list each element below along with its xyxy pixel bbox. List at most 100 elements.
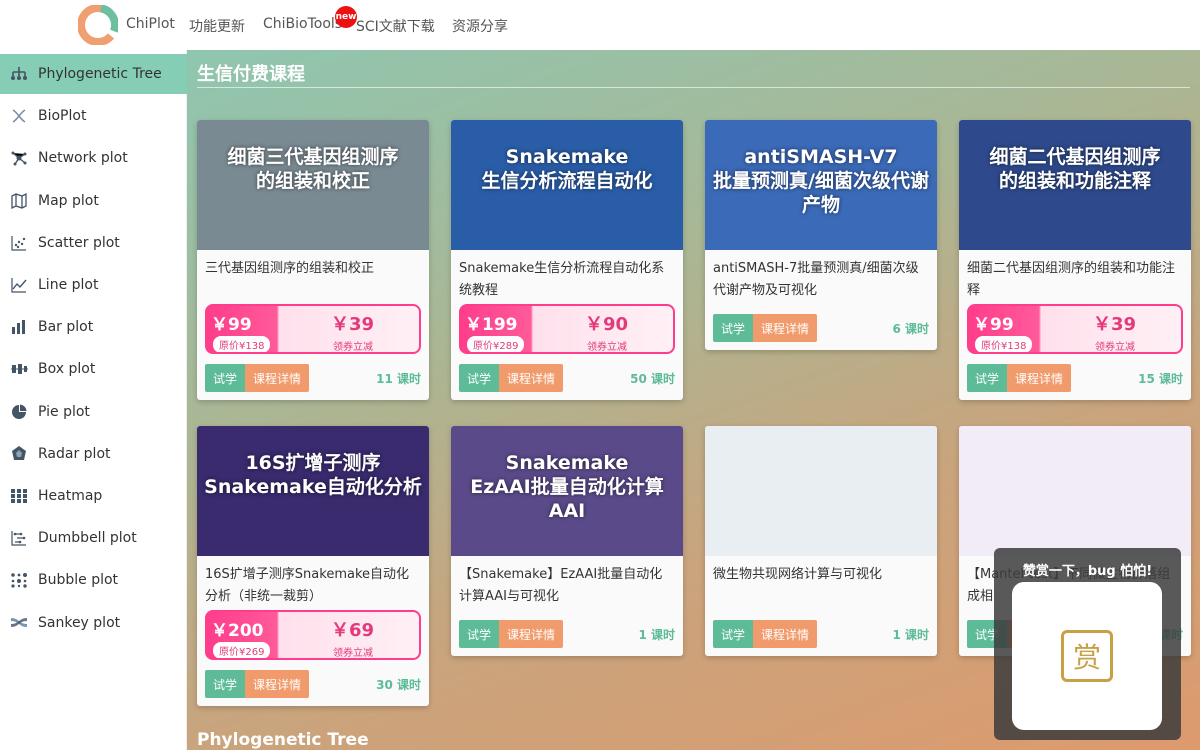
coupon-tip: 领券立减 <box>1095 342 1135 353</box>
new-badge: new <box>335 6 357 28</box>
sidebar-item-label: Bubble plot <box>38 572 119 589</box>
course-detail-button[interactable]: 课程详情 <box>499 620 563 648</box>
course-thumbnail[interactable]: Snakemake 生信分析流程自动化 <box>451 120 683 250</box>
sidebar: Phylogenetic Tree BioPlot Network plot Map … <box>0 50 187 750</box>
sidebar-item-phylogenetic-tree[interactable]: Phylogenetic Tree <box>0 54 187 94</box>
bubble-icon <box>10 571 28 589</box>
card-footer: 试学 课程详情 30 课时 <box>197 660 429 706</box>
sidebar-item-scatter-plot[interactable]: Scatter plot <box>0 223 187 263</box>
sidebar-item-sankey-plot[interactable]: Sankey plot <box>0 603 187 643</box>
card-footer: 试学课程详情 1 课时 <box>451 610 683 656</box>
course-card[interactable]: Snakemake EzAAI批量自动化计算AAI 【Snakemake】EzAA… <box>451 426 683 656</box>
course-title[interactable]: 【Snakemake】EzAAI批量自动化计算AAI与可视化 <box>451 556 683 610</box>
course-thumbnail[interactable]: 细菌二代基因组测序 的组装和功能注释 <box>959 120 1191 250</box>
current-price: ￥99 <box>211 315 252 335</box>
try-button[interactable]: 试学 <box>459 620 499 648</box>
lesson-count: 15 课时 <box>1138 372 1183 386</box>
nav-resources[interactable]: 资源分享 <box>452 16 508 36</box>
try-button[interactable]: 试学 <box>713 314 753 342</box>
top-navbar: ChiPlot 功能更新 ChiBioTools new SCI文献下载 资源分… <box>0 0 1200 50</box>
try-button[interactable]: 试学 <box>459 364 499 392</box>
reward-text: 赞赏一下，bug 怕怕! <box>1022 564 1153 579</box>
next-section-title: Phylogenetic Tree <box>197 730 369 750</box>
nav-sci-download[interactable]: SCI文献下载 <box>356 16 435 36</box>
course-title[interactable]: 细菌二代基因组测序的组装和功能注释 <box>959 250 1191 304</box>
coupon-price: ￥69 <box>331 620 375 641</box>
course-card[interactable]: Snakemake 生信分析流程自动化 Snakemake生信分析流程自动化系统教… <box>451 120 683 400</box>
nav-chibiotools[interactable]: ChiBioTools <box>263 16 342 32</box>
try-button[interactable]: 试学 <box>205 670 245 698</box>
lesson-count: 30 课时 <box>376 678 421 692</box>
course-title[interactable]: 16S扩增子测序Snakemake自动化分析（非统一裁剪） <box>197 556 429 610</box>
map-icon <box>10 192 28 210</box>
dna-icon <box>10 107 28 125</box>
try-button[interactable]: 试学 <box>205 364 245 392</box>
course-thumbnail[interactable] <box>705 426 937 556</box>
coupon-price-box[interactable]: ￥99 原价¥138 ￥39 领券立减 <box>205 304 421 354</box>
sidebar-item-label: Pie plot <box>38 403 90 420</box>
course-card[interactable]: 细菌三代基因组测序 的组装和校正 三代基因组测序的组装和校正 ￥99 原价¥138 ￥3… <box>197 120 429 400</box>
course-title[interactable]: 微生物共现网络计算与可视化 <box>705 556 937 610</box>
course-thumbnail[interactable]: Snakemake EzAAI批量自动化计算AAI <box>451 426 683 556</box>
thumbnail-caption: 16S扩增子测序 Snakemake自动化分析 <box>204 452 422 498</box>
course-title[interactable]: 三代基因组测序的组装和校正 <box>197 250 429 304</box>
scatter-icon <box>10 234 28 252</box>
course-detail-button[interactable]: 课程详情 <box>245 670 309 698</box>
coupon-price-box[interactable]: ￥200 原价¥269 ￥69 领券立减 <box>205 610 421 660</box>
course-detail-button[interactable]: 课程详情 <box>245 364 309 392</box>
sidebar-item-bar-plot[interactable]: Bar plot <box>0 307 187 347</box>
lesson-count: 50 课时 <box>630 372 675 386</box>
lesson-count: 11 课时 <box>376 372 421 386</box>
tree-icon <box>10 65 28 83</box>
coupon-tip: 领券立减 <box>587 342 627 353</box>
course-thumbnail[interactable]: 16S扩增子测序 Snakemake自动化分析 <box>197 426 429 556</box>
card-footer: 试学 课程详情 6 课时 <box>705 304 937 350</box>
course-detail-button[interactable]: 课程详情 <box>499 364 563 392</box>
heatmap-icon <box>10 487 28 505</box>
course-card[interactable]: 微生物共现网络计算与可视化 试学 课程详情 1 课时 <box>705 426 937 656</box>
network-icon <box>10 149 28 167</box>
sidebar-item-radar-plot[interactable]: Radar plot <box>0 434 187 474</box>
card-footer: 试学 课程详情 11 课时 <box>197 354 429 400</box>
course-title[interactable]: Snakemake生信分析流程自动化系统教程 <box>451 250 683 304</box>
course-thumbnail[interactable]: antiSMASH-V7 批量预测真/细菌次级代谢产物 <box>705 120 937 250</box>
current-price: ￥99 <box>973 315 1014 335</box>
dumbbell-icon <box>10 529 28 547</box>
reward-popup[interactable]: 赞赏一下，bug 怕怕! 赏 <box>994 548 1181 740</box>
coupon-price-box[interactable]: ￥199 原价¥289 ￥90 领券立减 <box>459 304 675 354</box>
try-button[interactable]: 试学 <box>967 364 1007 392</box>
course-card[interactable]: 细菌二代基因组测序 的组装和功能注释细菌二代基因组测序的组装和功能注释 ￥99 原价… <box>959 120 1191 400</box>
thumbnail-caption: 细菌二代基因组测序 的组装和功能注释 <box>989 146 1161 192</box>
current-price: ￥200 <box>211 621 264 641</box>
sidebar-item-line-plot[interactable]: Line plot <box>0 265 187 305</box>
sidebar-item-dumbbell-plot[interactable]: Dumbbell plot <box>0 518 187 558</box>
thumbnail-caption: Snakemake 生信分析流程自动化 <box>481 146 653 192</box>
coupon-price-box[interactable]: ￥99 原价¥138 ￥39 领券立减 <box>967 304 1183 354</box>
lesson-count: 6 课时 <box>892 322 929 336</box>
sidebar-item-label: Line plot <box>38 277 99 293</box>
sidebar-item-network-plot[interactable]: Network plot <box>0 138 187 178</box>
thumbnail-caption: Snakemake EzAAI批量自动化计算AAI <box>470 452 664 522</box>
course-card[interactable]: 16S扩增子测序 Snakemake自动化分析 16S扩增子测序Snakemake… <box>197 426 429 706</box>
nav-chiplot[interactable]: ChiPlot <box>126 16 175 32</box>
course-detail-button[interactable]: 课程详情 <box>753 314 817 342</box>
course-title[interactable]: antiSMASH-7批量预测真/细菌次级代谢产物及可视化 <box>705 250 937 304</box>
sidebar-item-label: Box plot <box>38 361 96 378</box>
sidebar-item-heatmap[interactable]: Heatmap <box>0 476 187 516</box>
sidebar-item-map-plot[interactable]: Map plot <box>0 181 187 221</box>
try-button[interactable]: 试学 <box>713 620 753 648</box>
sidebar-item-box-plot[interactable]: Box plot <box>0 349 187 389</box>
card-footer: 试学 课程详情 50 课时 <box>451 354 683 400</box>
sidebar-item-bioplot[interactable]: BioPlot <box>0 96 187 136</box>
course-thumbnail[interactable] <box>959 426 1191 556</box>
course-card[interactable]: antiSMASH-V7 批量预测真/细菌次级代谢产物 antiSMASH-7批量… <box>705 120 937 350</box>
sidebar-item-bubble-plot[interactable]: Bubble plot <box>0 560 187 600</box>
sidebar-item-pie-plot[interactable]: Pie plot <box>0 392 187 432</box>
nav-updates[interactable]: 功能更新 <box>189 16 245 36</box>
coupon-price: ￥90 <box>585 314 629 335</box>
chiplot-logo[interactable] <box>78 5 118 45</box>
course-thumbnail[interactable]: 细菌三代基因组测序 的组装和校正 <box>197 120 429 250</box>
course-detail-button[interactable]: 课程详情 <box>1007 364 1071 392</box>
course-detail-button[interactable]: 课程详情 <box>753 620 817 648</box>
section-title: 生信付费课程 <box>197 64 305 85</box>
